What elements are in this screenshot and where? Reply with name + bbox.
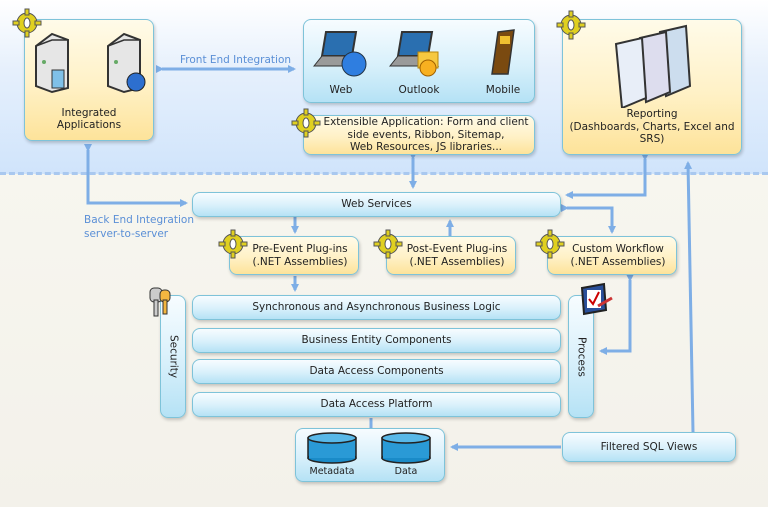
metadata-database-icon[interactable]	[306, 432, 358, 464]
gear-icon	[218, 229, 248, 259]
client-web-label: Web	[329, 84, 353, 96]
extensible-line-1: Extensible Application: Form and client	[323, 116, 529, 129]
gear-icon	[535, 229, 565, 259]
client-outlook-label: Outlook	[398, 84, 440, 96]
webservices-workflow-arrow	[561, 204, 616, 234]
custom-workflow-box[interactable]: Custom Workflow (.NET Assemblies)	[547, 236, 677, 275]
reporting-line-3: SRS)	[639, 133, 665, 146]
process-label: Process	[575, 336, 588, 377]
server-icon	[35, 32, 69, 94]
server-globe-icon	[107, 32, 146, 94]
gear-icon	[291, 108, 321, 138]
front-end-integration-label: Front End Integration	[180, 54, 292, 66]
security-label: Security	[167, 334, 180, 379]
metadata-label: Metadata	[309, 466, 355, 477]
data-access-components-layer[interactable]: Data Access Components	[192, 359, 561, 384]
pre-event-line-1: Pre-Event Plug-ins	[252, 242, 348, 255]
business-entity-layer[interactable]: Business Entity Components	[192, 328, 561, 353]
post-event-plugins-box[interactable]: Post-Event Plug-ins (.NET Assemblies)	[386, 236, 516, 275]
data-database-icon[interactable]	[380, 432, 432, 464]
data-access-platform-layer[interactable]: Data Access Platform	[192, 392, 561, 417]
extensible-application-box[interactable]: Extensible Application: Form and client s…	[303, 115, 535, 155]
laptop-mail-icon[interactable]	[388, 30, 450, 78]
data-label: Data	[394, 466, 418, 477]
laptop-globe-icon[interactable]	[312, 30, 374, 78]
post-event-line-2: (.NET Assemblies)	[409, 255, 505, 268]
filtered-sql-views-box[interactable]: Filtered SQL Views	[562, 432, 736, 462]
mobile-phone-icon[interactable]	[488, 26, 518, 78]
gear-icon	[556, 10, 586, 40]
extensible-line-2: side events, Ribbon, Sitemap,	[347, 128, 505, 141]
back-end-arrow	[84, 144, 188, 207]
keys-icon	[149, 287, 171, 317]
back-end-line-2: server-to-server	[84, 227, 169, 240]
pre-event-plugins-box[interactable]: Pre-Event Plug-ins (.NET Assemblies)	[229, 236, 359, 275]
extensible-line-3: Web Resources, JS libraries...	[349, 141, 503, 154]
back-end-integration-label: Back End Integration server-to-server	[84, 214, 194, 241]
business-logic-layer[interactable]: Synchronous and Asynchronous Business Lo…	[192, 295, 561, 320]
integrated-applications-label-2: Applications	[56, 119, 122, 132]
reporting-line-2: (Dashboards, Charts, Excel and	[569, 120, 735, 133]
custom-workflow-line-1: Custom Workflow	[572, 242, 664, 255]
post-event-line-1: Post-Event Plug-ins	[406, 242, 508, 255]
gear-icon	[373, 229, 403, 259]
integrated-applications-label-1: Integrated	[61, 106, 117, 119]
gear-icon	[12, 8, 42, 38]
web-services-box[interactable]: Web Services	[192, 192, 561, 217]
back-end-line-1: Back End Integration	[84, 214, 194, 226]
sqlviews-reporting-arrow	[684, 161, 695, 433]
checklist-icon	[580, 282, 613, 316]
reports-icon	[614, 24, 692, 108]
pre-event-line-2: (.NET Assemblies)	[252, 255, 348, 268]
custom-workflow-line-2: (.NET Assemblies)	[570, 255, 666, 268]
reporting-line-1: Reporting	[626, 108, 678, 121]
reporting-webservices-arrow	[565, 153, 649, 199]
client-mobile-label: Mobile	[485, 84, 521, 96]
